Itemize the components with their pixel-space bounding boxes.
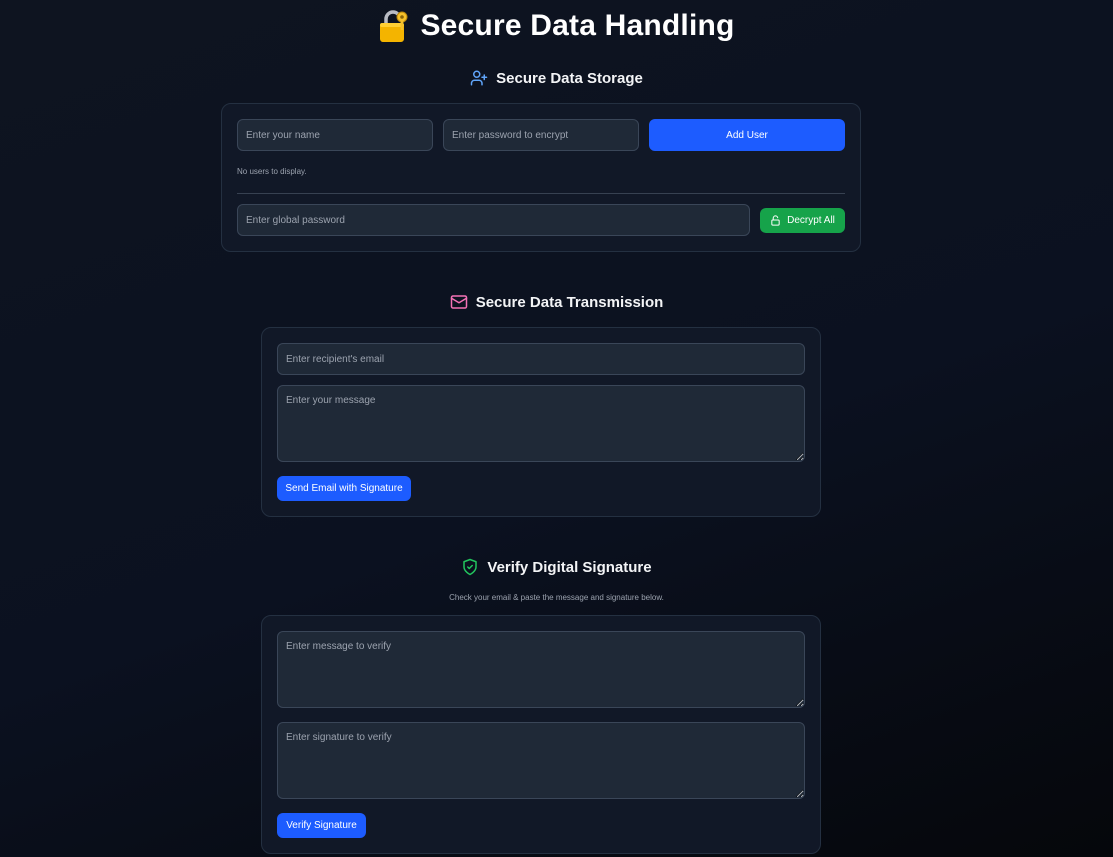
user-plus-icon — [470, 70, 488, 86]
verify-heading-text: Verify Digital Signature — [487, 558, 652, 576]
send-email-button[interactable]: Send Email with Signature — [277, 476, 411, 501]
encrypt-password-input[interactable] — [443, 119, 639, 151]
send-email-label: Send Email with Signature — [285, 483, 403, 494]
verify-message-textarea[interactable] — [277, 631, 805, 708]
shield-check-icon — [463, 558, 478, 576]
message-textarea[interactable] — [277, 385, 805, 462]
storage-divider — [237, 193, 845, 194]
page-title-text: Secure Data Handling — [420, 9, 735, 42]
page-title: Secure Data Handling — [0, 6, 1113, 46]
verify-signature-textarea[interactable] — [277, 722, 805, 799]
global-password-input[interactable] — [237, 204, 750, 236]
verify-signature-label: Verify Signature — [286, 820, 357, 831]
unlock-icon — [771, 215, 780, 226]
name-input[interactable] — [237, 119, 433, 151]
transmission-heading-text: Secure Data Transmission — [475, 293, 664, 311]
decrypt-all-button[interactable]: Decrypt All — [760, 208, 845, 233]
empty-users-text: No users to display. — [237, 167, 307, 176]
storage-heading: Secure Data Storage — [0, 68, 1113, 88]
lock-with-key-icon — [380, 10, 408, 42]
recipient-email-input[interactable] — [277, 343, 805, 375]
verify-heading: Verify Digital Signature — [0, 557, 1113, 577]
verify-signature-button[interactable]: Verify Signature — [277, 813, 366, 838]
transmission-heading: Secure Data Transmission — [0, 292, 1113, 312]
storage-heading-text: Secure Data Storage — [496, 69, 643, 87]
decrypt-all-label: Decrypt All — [787, 215, 835, 226]
add-user-button[interactable]: Add User — [649, 119, 845, 151]
mail-icon — [450, 295, 467, 309]
verify-instructions: Check your email & paste the message and… — [449, 593, 664, 602]
add-user-label: Add User — [726, 129, 768, 141]
